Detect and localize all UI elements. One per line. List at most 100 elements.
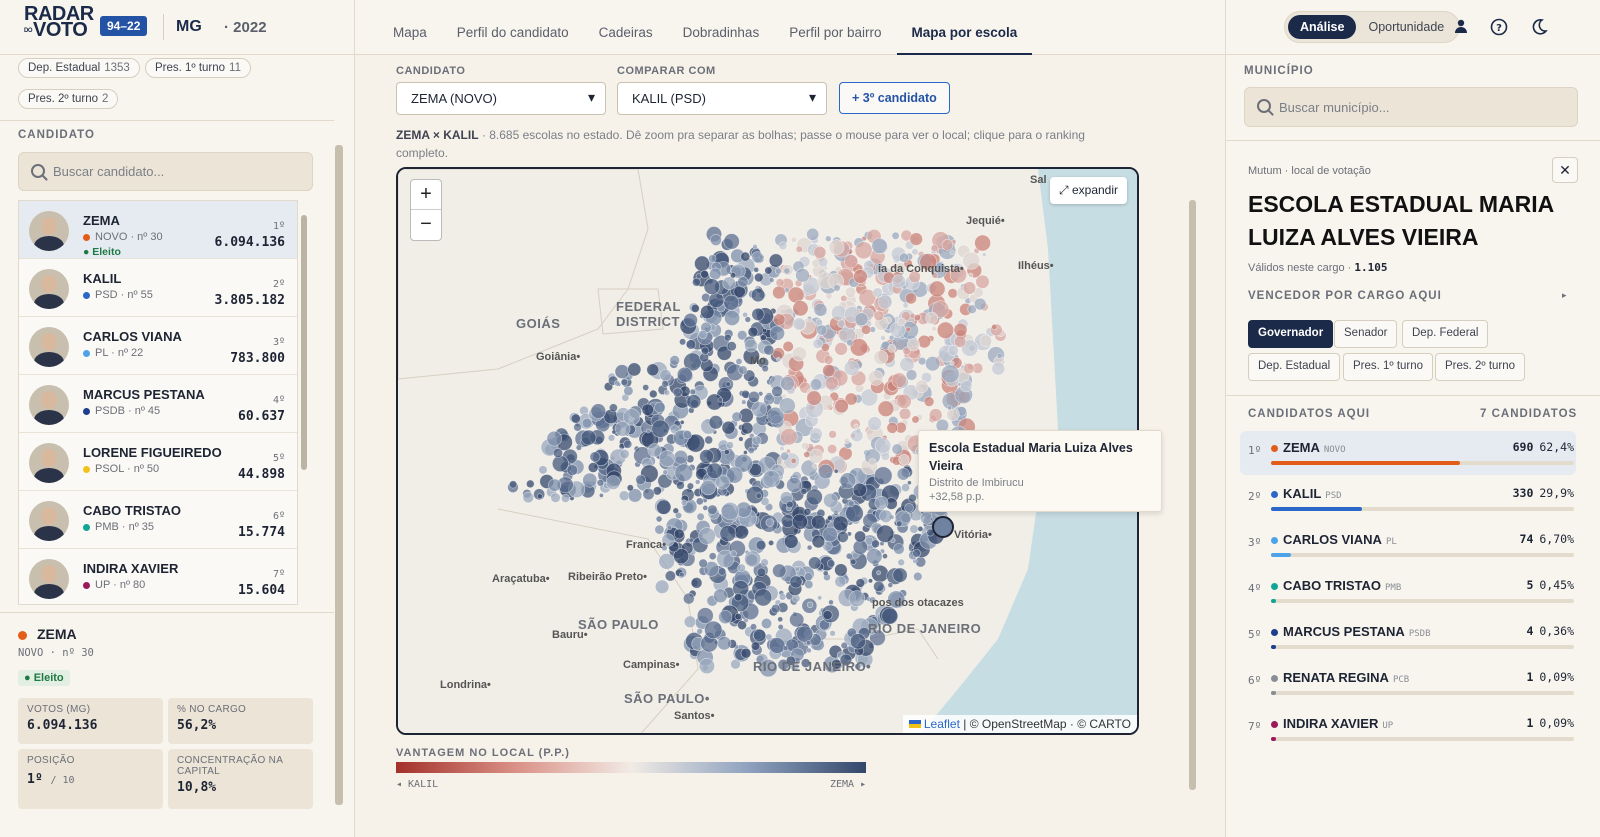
school-bubble[interactable]: [538, 465, 548, 475]
school-bubble[interactable]: [780, 375, 795, 391]
state-label[interactable]: MG: [176, 18, 202, 36]
school-bubble[interactable]: [867, 416, 882, 431]
school-bubble[interactable]: [871, 237, 888, 254]
school-bubble[interactable]: [698, 558, 708, 568]
school-bubble[interactable]: [754, 272, 764, 283]
school-bubble[interactable]: [898, 252, 909, 263]
school-bubble[interactable]: [886, 422, 899, 434]
school-bubble[interactable]: [623, 439, 633, 449]
school-bubble[interactable]: [741, 399, 747, 405]
leaflet-link[interactable]: Leaflet: [924, 717, 960, 731]
moon-icon[interactable]: [1530, 18, 1548, 36]
school-bubble[interactable]: [898, 454, 910, 466]
school-bubble[interactable]: [896, 467, 910, 481]
school-bubble[interactable]: [704, 435, 714, 445]
school-bubble[interactable]: [911, 248, 919, 256]
school-bubble[interactable]: [854, 312, 869, 326]
school-bubble[interactable]: [692, 277, 701, 287]
school-bubble[interactable]: [991, 324, 998, 331]
school-bubble[interactable]: [737, 620, 747, 631]
school-bubble[interactable]: [896, 393, 912, 409]
school-bubble[interactable]: [812, 463, 818, 469]
school-bubble[interactable]: [832, 515, 849, 532]
school-bubble[interactable]: [755, 492, 762, 499]
school-bubble[interactable]: [721, 420, 736, 435]
school-bubble[interactable]: [682, 592, 695, 605]
school-bubble[interactable]: [837, 531, 849, 543]
school-bubble[interactable]: [771, 385, 783, 398]
school-bubble[interactable]: [676, 481, 685, 490]
school-bubble[interactable]: [686, 394, 702, 409]
school-bubble[interactable]: [723, 294, 740, 311]
school-bubble[interactable]: [751, 401, 768, 418]
tab-dobradinhas[interactable]: Dobradinhas: [668, 0, 775, 55]
school-bubble[interactable]: [949, 360, 955, 366]
school-bubble[interactable]: [751, 307, 765, 321]
school-bubble[interactable]: [911, 415, 920, 424]
school-bubble[interactable]: [913, 314, 921, 322]
school-bubble[interactable]: [915, 379, 929, 394]
tab-mapa[interactable]: Mapa: [378, 0, 442, 55]
school-bubble[interactable]: [873, 310, 885, 322]
school-bubble[interactable]: [813, 302, 828, 317]
school-bubble[interactable]: [981, 252, 987, 257]
school-bubble[interactable]: [764, 266, 773, 275]
school-bubble[interactable]: [803, 507, 812, 516]
school-bubble[interactable]: [828, 599, 834, 606]
school-bubble[interactable]: [679, 571, 685, 578]
tab-cadeiras[interactable]: Cadeiras: [584, 0, 668, 55]
school-bubble[interactable]: [700, 269, 709, 279]
school-bubble[interactable]: [898, 407, 912, 420]
school-bubble[interactable]: [892, 567, 908, 583]
school-bubble[interactable]: [526, 479, 535, 489]
school-bubble[interactable]: [680, 499, 688, 506]
school-bubble[interactable]: [917, 525, 924, 532]
school-bubble[interactable]: [709, 234, 722, 246]
school-bubble[interactable]: [683, 615, 697, 628]
school-bubble[interactable]: [721, 502, 740, 521]
mode-analise[interactable]: Análise: [1288, 15, 1357, 39]
tab-mapa-por-escola[interactable]: Mapa por escola: [896, 0, 1033, 55]
result-row[interactable]: 1º ZEMA NOVO 690 62,4%: [1240, 431, 1576, 475]
candidate-row[interactable]: ZEMA NOVO · nº 30 1º 6.094.136 ● Eleito: [19, 201, 297, 259]
school-bubble[interactable]: [669, 355, 680, 366]
school-bubble[interactable]: [708, 254, 717, 263]
school-bubble[interactable]: [694, 255, 710, 272]
school-bubble[interactable]: [829, 630, 836, 637]
school-bubble[interactable]: [831, 305, 847, 321]
school-bubble[interactable]: [655, 579, 670, 594]
school-bubble[interactable]: [658, 553, 675, 570]
school-bubble[interactable]: [737, 276, 749, 288]
school-bubble[interactable]: [755, 539, 767, 551]
school-bubble[interactable]: [738, 365, 748, 375]
school-bubble[interactable]: [813, 246, 827, 259]
school-bubble[interactable]: [707, 504, 718, 515]
school-bubble[interactable]: [893, 543, 905, 555]
school-bubble[interactable]: [682, 430, 693, 440]
school-bubble[interactable]: [843, 254, 858, 269]
school-bubble[interactable]: [645, 428, 651, 434]
school-bubble[interactable]: [673, 528, 685, 540]
school-bubble[interactable]: [590, 403, 607, 419]
school-bubble[interactable]: [786, 477, 803, 493]
school-bubble[interactable]: [699, 449, 714, 464]
school-bubble[interactable]: [730, 272, 737, 279]
school-bubble[interactable]: [729, 550, 737, 558]
school-bubble[interactable]: [606, 475, 621, 490]
school-bubble[interactable]: [908, 493, 917, 503]
school-bubble[interactable]: [698, 527, 716, 545]
school-bubble[interactable]: [673, 450, 688, 465]
school-bubble[interactable]: [855, 578, 866, 588]
school-bubble[interactable]: [775, 278, 785, 288]
school-bubble[interactable]: [909, 524, 919, 534]
school-bubble[interactable]: [765, 633, 773, 641]
result-row[interactable]: 7º INDIRA XAVIER UP 1 0,09%: [1240, 707, 1576, 751]
school-bubble[interactable]: [804, 579, 814, 589]
school-bubble[interactable]: [768, 277, 775, 283]
school-bubble[interactable]: [817, 595, 823, 601]
candidate-row[interactable]: MARCUS PESTANA PSDB · nº 45 4º 60.637: [19, 375, 297, 433]
school-bubble[interactable]: [806, 544, 813, 551]
school-bubble[interactable]: [701, 346, 710, 355]
school-bubble[interactable]: [656, 499, 672, 515]
school-bubble[interactable]: [872, 287, 883, 298]
